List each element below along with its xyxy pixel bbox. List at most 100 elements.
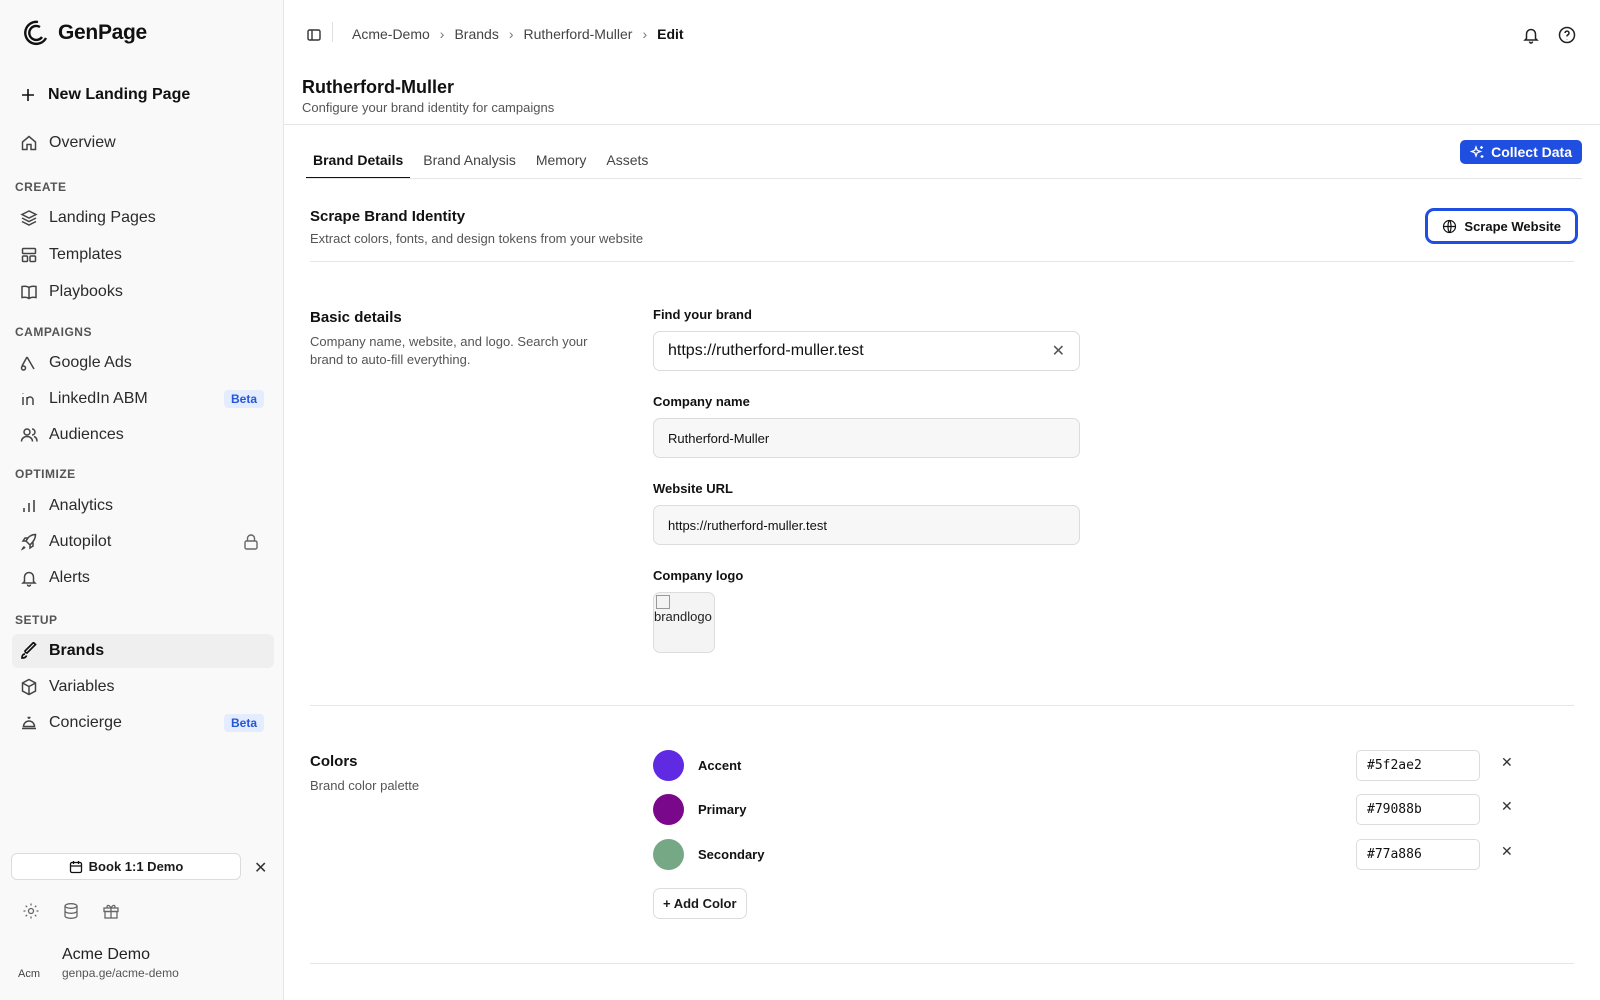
tab-brand-analysis[interactable]: Brand Analysis [416,140,523,179]
sidebar-item-templates[interactable]: Templates [12,238,274,272]
company-logo-upload[interactable]: brandlogo [653,592,715,653]
sidebar-item-linkedin-abm[interactable]: LinkedIn ABM Beta [12,382,274,416]
section-label-campaigns: CAMPAIGNS [15,325,92,339]
remove-color-icon[interactable]: ✕ [1501,754,1513,771]
tab-brand-details[interactable]: Brand Details [306,140,411,179]
color-swatch[interactable] [653,793,684,825]
sidebar-item-label: Variables [49,678,115,695]
chevron-right-icon: › [508,26,514,42]
color-swatch[interactable] [653,749,684,781]
divider [306,178,1582,179]
color-name: Secondary [698,846,765,862]
remove-color-icon[interactable]: ✕ [1501,798,1513,815]
sidebar-item-autopilot[interactable]: Autopilot [12,525,274,559]
color-hex-input[interactable]: #5f2ae2 [1356,749,1480,781]
clear-icon[interactable]: ✕ [1052,341,1065,361]
basic-details-title: Basic details [310,309,402,326]
database-icon[interactable] [62,902,80,920]
color-row-primary: Primary #79088b ✕ [653,793,1533,825]
breadcrumb-brand[interactable]: Rutherford-Muller [524,26,633,42]
color-hex-input[interactable]: #77a886 [1356,838,1480,870]
profile-url: genpa.ge/acme-demo [62,966,179,980]
sidebar-item-variables[interactable]: Variables [12,670,274,704]
sidebar: GenPage New Landing Page Overview CREATE… [0,0,284,1000]
gift-icon[interactable] [102,902,120,920]
gear-icon[interactable] [22,902,40,920]
find-brand-value: https://rutherford-muller.test [668,342,864,359]
google-ads-icon [20,356,35,371]
genpage-logo-icon [24,20,48,45]
sidebar-item-analytics[interactable]: Analytics [12,489,274,523]
divider [310,963,1574,964]
tab-assets[interactable]: Assets [599,140,655,179]
website-url-label: Website URL [653,481,733,496]
app-logo[interactable]: GenPage [20,18,147,48]
collect-data-button[interactable]: Collect Data [1460,140,1582,164]
color-name: Primary [698,801,747,817]
tab-memory[interactable]: Memory [529,140,594,179]
remove-color-icon[interactable]: ✕ [1501,843,1513,860]
help-icon[interactable] [1558,26,1576,44]
sidebar-item-overview[interactable]: Overview [12,126,274,160]
scrape-website-button[interactable]: Scrape Website [1425,208,1578,244]
add-color-button[interactable]: + Add Color [653,888,747,919]
page-title: Rutherford-Muller [302,77,454,97]
brush-icon [21,642,37,659]
color-swatch[interactable] [653,838,684,870]
users-icon [20,428,38,442]
sidebar-item-label: Concierge [49,714,122,731]
colors-title: Colors [310,753,358,770]
new-landing-page-button[interactable]: New Landing Page [20,86,190,104]
layers-icon [20,210,38,226]
sidebar-item-label: Playbooks [49,283,123,300]
close-icon[interactable]: ✕ [254,858,267,878]
breadcrumb-org[interactable]: Acme-Demo [352,26,430,42]
topbar: Acme-Demo › Brands › Rutherford-Muller ›… [284,0,1600,70]
company-logo-label: Company logo [653,568,744,583]
color-row-accent: Accent #5f2ae2 ✕ [653,749,1533,781]
color-row-secondary: Secondary #77a886 ✕ [653,838,1533,870]
avatar-alt-text: Acm [18,968,40,980]
sidebar-item-label: Analytics [49,497,114,514]
company-name-label: Company name [653,394,750,409]
find-brand-input[interactable]: https://rutherford-muller.test ✕ [653,331,1080,371]
chevron-right-icon: › [642,26,648,42]
user-profile[interactable]: Acm Acme Demo genpa.ge/acme-demo [18,946,179,980]
sidebar-item-playbooks[interactable]: Playbooks [12,275,274,309]
book-demo-button[interactable]: Book 1:1 Demo [11,853,241,880]
beta-badge: Beta [223,390,264,408]
sidebar-item-label: Autopilot [49,533,112,550]
scrape-subtitle: Extract colors, fonts, and design tokens… [310,231,644,246]
breadcrumb-brands[interactable]: Brands [454,26,498,42]
sidebar-item-concierge[interactable]: Concierge Beta [12,706,274,740]
cube-icon [21,678,37,696]
sidebar-item-brands[interactable]: Brands [12,634,274,668]
logo-alt-text: brandlogo [654,609,712,624]
main-content: Acme-Demo › Brands › Rutherford-Muller ›… [284,0,1600,1000]
website-url-input[interactable]: https://rutherford-muller.test [653,505,1080,545]
sidebar-item-label: Alerts [49,569,90,586]
sidebar-footer-icons [22,902,120,920]
sidebar-item-google-ads[interactable]: Google Ads [12,346,274,380]
color-hex-input[interactable]: #79088b [1356,793,1480,825]
app-name: GenPage [58,21,147,44]
colors-description: Brand color palette [310,778,420,793]
book-open-icon [21,285,37,300]
sidebar-item-landing-pages[interactable]: Landing Pages [12,201,274,235]
sidebar-item-label: Google Ads [49,354,132,371]
sidebar-item-alerts[interactable]: Alerts [12,561,274,595]
sparkles-icon [1470,144,1484,158]
service-bell-icon [22,716,36,730]
sidebar-item-label: Landing Pages [49,209,156,226]
sidebar-item-label: LinkedIn ABM [49,390,148,407]
breadcrumb: Acme-Demo › Brands › Rutherford-Muller ›… [352,26,684,42]
find-brand-label: Find your brand [653,307,752,322]
page-subtitle: Configure your brand identity for campai… [302,100,555,115]
sidebar-toggle-icon[interactable] [306,27,322,46]
notifications-bell-icon[interactable] [1522,26,1540,44]
section-label-optimize: OPTIMIZE [15,467,76,481]
divider [332,22,333,42]
home-icon [21,135,37,151]
company-name-input[interactable]: Rutherford-Muller [653,418,1080,458]
sidebar-item-audiences[interactable]: Audiences [12,418,274,452]
